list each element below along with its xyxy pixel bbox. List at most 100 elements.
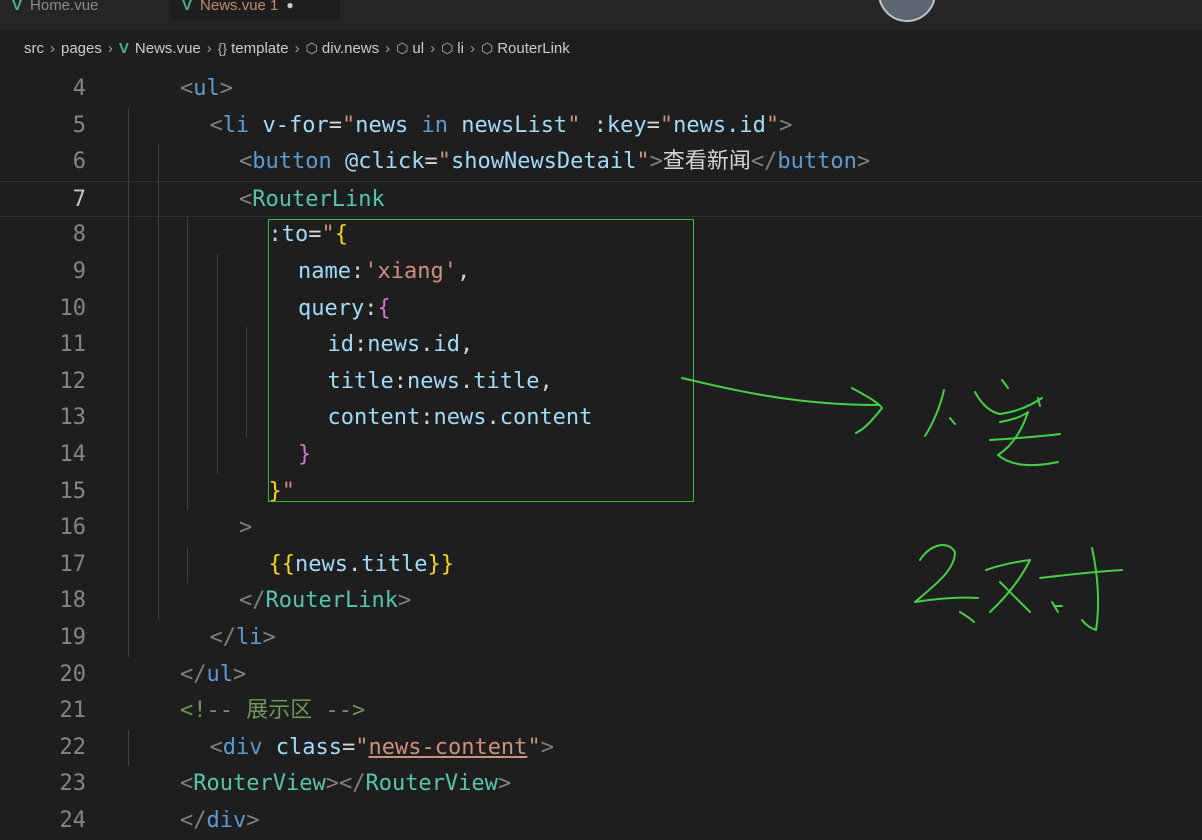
code-token: " (281, 478, 295, 504)
line-number: 18 (59, 588, 87, 614)
code-line[interactable]: 17 {{news.title}} (0, 546, 1202, 584)
code-line[interactable]: 24 </div> (0, 803, 1202, 840)
unsaved-dot-icon[interactable]: ● (286, 0, 293, 12)
indent-guide (157, 327, 159, 364)
code-token: : (393, 368, 407, 394)
code-line[interactable]: 23 <RouterView></RouterView> (0, 766, 1202, 803)
indent-guide (128, 217, 129, 254)
code-token: news.id (673, 112, 766, 138)
code-text: </div> (180, 803, 260, 840)
code-line[interactable]: 22 <div class="news-content"> (0, 729, 1202, 767)
code-token: content (499, 405, 593, 431)
breadcrumb-item-li[interactable]: li (457, 40, 464, 57)
code-line[interactable]: 6 <button @click="showNewsDetail">查看新闻</b… (0, 144, 1202, 181)
code-text: </RouterLink> (239, 583, 411, 620)
indent-guide (157, 144, 159, 181)
avatar (878, 0, 936, 22)
code-token: RouterLink (252, 186, 385, 212)
code-token: > (649, 149, 663, 175)
code-text: <div class="news-content"> (210, 730, 554, 767)
code-text: <RouterLink (239, 182, 385, 219)
code-text: } (298, 437, 311, 474)
code-line[interactable]: 15}" (0, 473, 1202, 511)
tab-news-vue[interactable]: V News.vue 1 ● (170, 0, 340, 20)
tab-home-vue[interactable]: V Home.vue (0, 0, 165, 20)
code-token: , (459, 332, 474, 358)
code-token: news (433, 405, 487, 431)
code-token: " (659, 112, 674, 138)
indent-guide (216, 290, 218, 328)
chevron-right-icon: › (294, 39, 300, 57)
code-line[interactable]: 10 query:{ (0, 290, 1202, 328)
code-line[interactable]: 4 <ul> (0, 71, 1202, 108)
code-line[interactable]: 7 <RouterLink (0, 180, 1202, 219)
element-icon: ⬡ (396, 39, 409, 56)
breadcrumb-item-pages[interactable]: pages (61, 40, 102, 57)
indent-guide (216, 400, 218, 437)
line-number: 9 (72, 259, 86, 284)
code-token: " (765, 112, 780, 138)
code-token: @click (344, 149, 425, 175)
line-number: 4 (72, 76, 86, 101)
editor-tabs: V Home.vue V News.vue 1 ● (0, 0, 1202, 30)
code-token: > (540, 734, 554, 760)
code-token: newsList (461, 112, 568, 138)
line-number: 21 (59, 698, 87, 724)
braces-icon: {} (217, 40, 228, 56)
code-token: </ (239, 588, 266, 614)
code-token: RouterLink (265, 588, 398, 614)
code-line[interactable]: 14} (0, 437, 1202, 474)
indent-guide (128, 510, 129, 547)
breadcrumb-item-src[interactable]: src (24, 40, 44, 57)
code-token: < (180, 771, 194, 797)
code-token: </ (180, 661, 207, 687)
code-line[interactable]: 11 id:news.id, (0, 327, 1202, 364)
code-line[interactable]: 21 <!-- 展示区 --> (0, 693, 1202, 730)
code-token: :to (268, 222, 309, 248)
code-token: li (236, 625, 263, 650)
breadcrumb-item-div-news[interactable]: div.news (322, 40, 379, 57)
code-token: RouterView (193, 771, 326, 797)
code-line[interactable]: 16 > (0, 510, 1202, 547)
code-token: ul (193, 76, 220, 101)
code-token: news-content (368, 734, 528, 760)
code-line[interactable]: 20 </ul> (0, 657, 1202, 694)
indent-guide (128, 400, 129, 437)
code-line[interactable]: 13 content:news.content (0, 400, 1202, 437)
indent-guide (187, 437, 188, 474)
element-icon: ⬡ (305, 39, 318, 56)
code-token: < (209, 734, 223, 760)
code-text: id:news.id, (328, 327, 474, 364)
line-number: 11 (59, 332, 87, 358)
breadcrumb-item-template[interactable]: template (231, 40, 289, 57)
code-token: id (327, 332, 355, 358)
code-text: <li v-for="news in newsList" :key="news.… (210, 108, 793, 145)
code-token: = (424, 149, 438, 175)
breadcrumb-item-routerlink[interactable]: RouterLink (497, 40, 570, 57)
code-text: :to="{ (269, 217, 349, 254)
code-editor[interactable]: 4 <ul> 5 <li v-for="news in newsList" :key=… (0, 66, 1202, 833)
code-line[interactable]: 9 name:'xiang', (0, 254, 1202, 291)
code-text: </ul> (180, 657, 246, 694)
code-token: > (239, 515, 253, 541)
code-line[interactable]: 5 <li v-for="news in newsList" :key="news… (0, 107, 1202, 145)
code-token: }} (427, 551, 454, 577)
code-token: : (350, 259, 365, 284)
code-token: > (262, 625, 276, 650)
indent-guide (157, 437, 159, 474)
code-line[interactable]: 12 title:news.title, (0, 363, 1202, 401)
indent-guide (128, 546, 129, 584)
code-text: {{news.title}} (269, 547, 454, 584)
breadcrumb-item-file[interactable]: News.vue (135, 40, 201, 57)
code-line[interactable]: 18 </RouterLink> (0, 583, 1202, 620)
code-line[interactable]: 8:to="{ (0, 217, 1202, 254)
code-line[interactable]: 19 </li> (0, 620, 1202, 657)
indent-guide (128, 620, 129, 657)
code-text: </li> (210, 620, 276, 657)
indent-guide (157, 546, 159, 584)
code-token: :key (593, 112, 647, 138)
breadcrumb-item-ul[interactable]: ul (412, 40, 424, 57)
